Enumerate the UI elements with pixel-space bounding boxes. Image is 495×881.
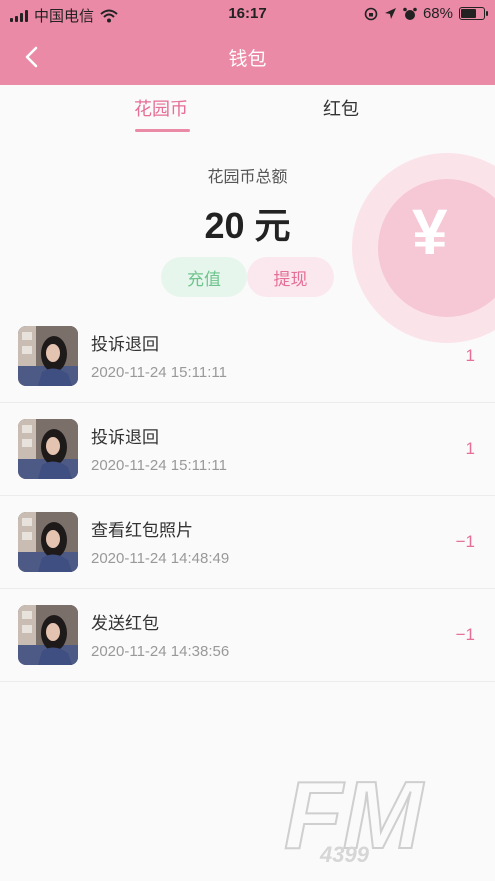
transaction-title: 发送红包 — [91, 614, 159, 633]
transaction-title: 投诉退回 — [91, 428, 159, 447]
transaction-amount: 1 — [465, 346, 475, 365]
transaction-amount: −1 — [455, 532, 475, 551]
transaction-time: 2020-11-24 15:11:11 — [91, 364, 227, 381]
transaction-list: 投诉退回 2020-11-24 15:11:11 1 投诉退回 2020-11-… — [0, 310, 495, 682]
battery-percent: 68% — [422, 5, 453, 22]
watermark-sub: 4399 — [319, 842, 370, 867]
tabs: 花园币 红包 — [0, 85, 495, 145]
status-right: 68% — [364, 5, 488, 22]
tab-red-packet[interactable]: 红包 — [323, 95, 359, 121]
status-bar: 中国电信 16:17 68% — [0, 0, 495, 30]
tab-coin[interactable]: 花园币 — [134, 95, 188, 121]
transaction-title: 查看红包照片 — [91, 521, 193, 540]
transaction-item[interactable]: 投诉退回 2020-11-24 15:11:11 1 — [0, 310, 495, 403]
transaction-time: 2020-11-24 15:11:11 — [91, 457, 227, 474]
withdraw-button[interactable]: 提现 — [247, 257, 334, 297]
alarm-icon — [403, 7, 417, 20]
avatar — [18, 419, 78, 479]
charge-button[interactable]: 充值 — [161, 257, 247, 297]
avatar — [18, 326, 78, 386]
battery-icon — [459, 7, 488, 20]
transaction-time: 2020-11-24 14:38:56 — [91, 643, 230, 660]
avatar — [18, 512, 78, 572]
transaction-title: 投诉退回 — [91, 335, 159, 354]
battery-fill — [461, 9, 476, 18]
active-tab-indicator — [135, 129, 190, 132]
location-icon — [384, 8, 396, 19]
wallet-content: ¥ 花园币 红包 花园币总额 20 元 充值 提现 投诉退回 2020-11-2… — [0, 85, 495, 881]
page-title: 钱包 — [228, 49, 267, 70]
balance-amount: 20 元 — [204, 205, 291, 246]
transaction-item[interactable]: 查看红包照片 2020-11-24 14:48:49 −1 — [0, 496, 495, 589]
lock-rotation-icon — [364, 7, 378, 20]
nav-bar: 钱包 — [0, 30, 495, 85]
avatar — [18, 605, 78, 665]
transaction-amount: −1 — [455, 625, 475, 644]
balance-label: 花园币总额 — [207, 169, 288, 186]
transaction-item[interactable]: 发送红包 2020-11-24 14:38:56 −1 — [0, 589, 495, 682]
transaction-amount: 1 — [465, 439, 475, 458]
transaction-item[interactable]: 投诉退回 2020-11-24 15:11:11 1 — [0, 403, 495, 496]
transaction-time: 2020-11-24 14:48:49 — [91, 550, 230, 567]
watermark-logo: FM 4399 — [284, 770, 426, 870]
